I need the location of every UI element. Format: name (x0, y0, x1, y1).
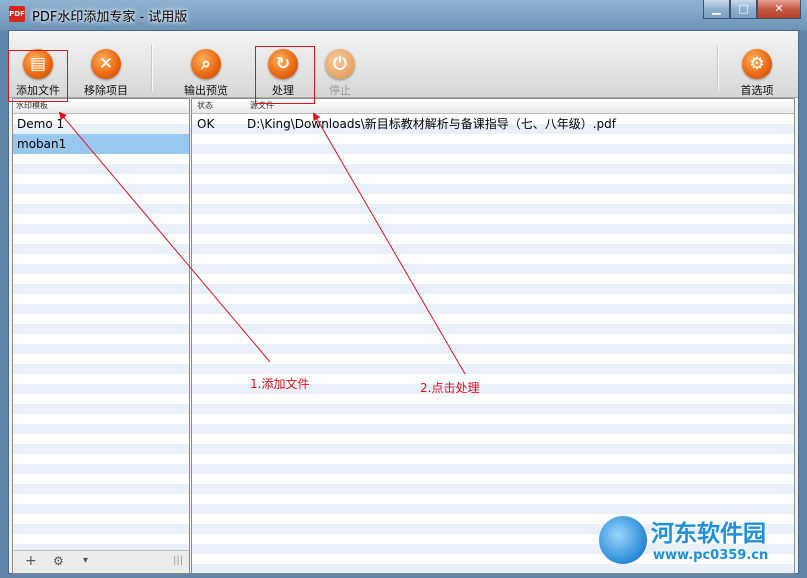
annotation-step2: 2.点击处理 (420, 381, 480, 395)
annotation-step1: 1.添加文件 (250, 377, 310, 391)
arrow-to-add-file (58, 111, 271, 363)
watermark-url: www.pc0359.cn (653, 548, 769, 563)
watermark: 河东软件园 www.pc0359.cn (599, 512, 799, 574)
annotation-arrows (58, 111, 466, 375)
app-window: PDF PDF水印添加专家 - 试用版 ▁ □ ✕ ▤ 添加文件 ✕ 移除项目 … (0, 0, 807, 578)
arrow-to-process (312, 112, 466, 375)
watermark-name: 河东软件园 (651, 520, 766, 547)
watermark-logo-icon (599, 516, 647, 564)
